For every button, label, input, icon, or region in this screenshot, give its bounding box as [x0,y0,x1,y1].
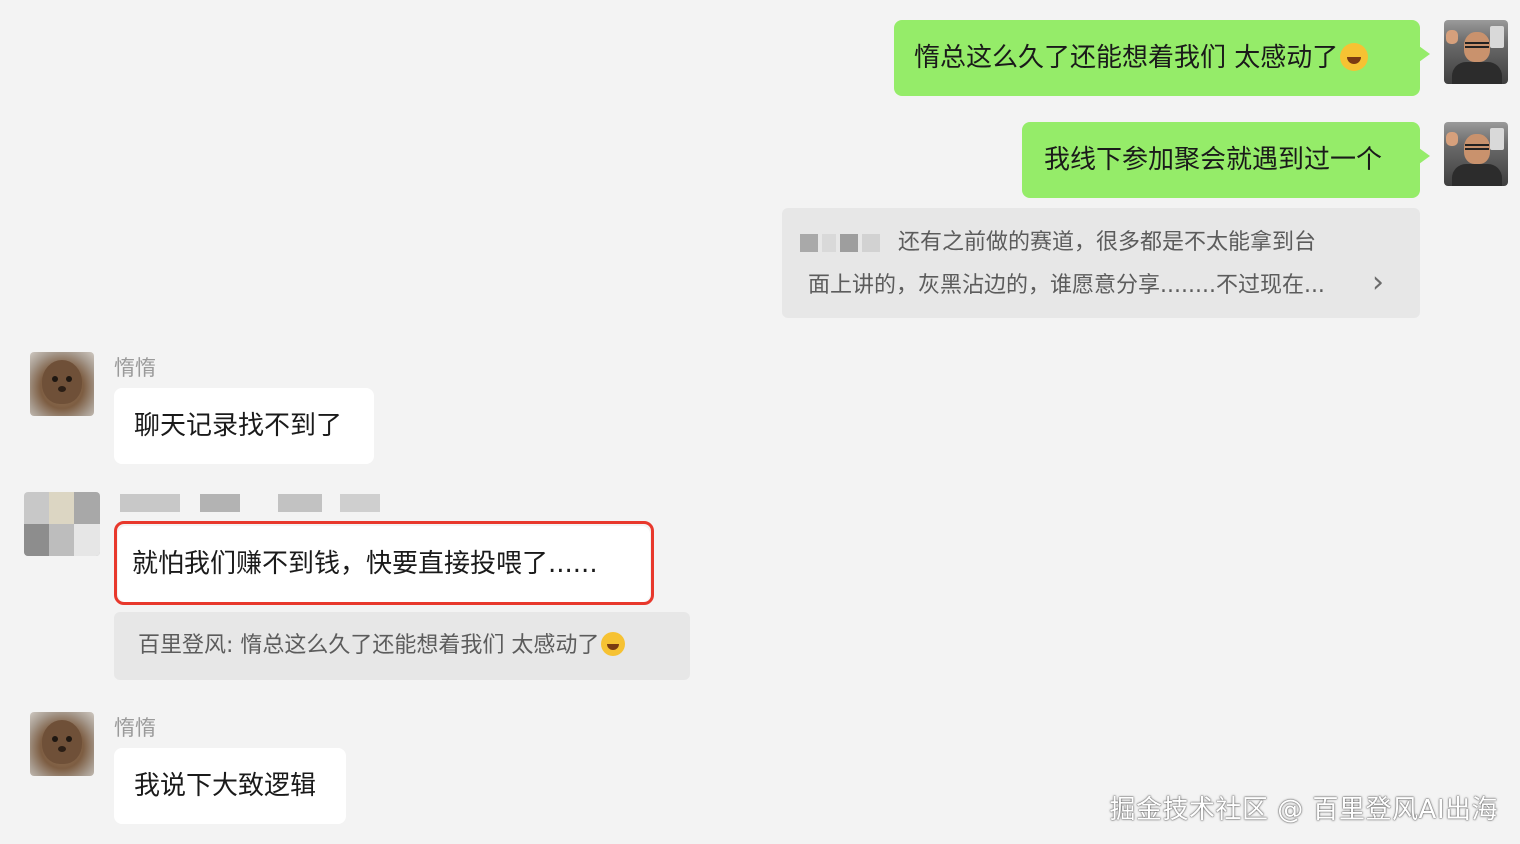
contact-avatar[interactable] [30,352,94,416]
message-text: 我说下大致逻辑 [134,771,317,801]
redacted-sender-pixel [120,494,180,512]
redacted-sender-pixel [340,494,380,512]
redacted-name-pixel [862,234,880,252]
outgoing-message-bubble[interactable]: 我线下参加聚会就遇到过一个 [1022,122,1430,198]
message-text: 我线下参加聚会就遇到过一个 [1044,145,1383,175]
self-avatar[interactable] [1444,20,1508,84]
quote-line-2: 面上讲的，灰黑沾边的，谁愿意分享........不过现在... [808,273,1325,298]
self-avatar[interactable] [1444,122,1508,186]
outgoing-message-bubble[interactable]: 惰总这么久了还能想着我们 太感动了 [894,20,1430,96]
redacted-sender-pixel [278,494,322,512]
message-text: 聊天记录找不到了 [134,411,343,441]
contact-avatar[interactable] [24,492,100,556]
incoming-message-bubble[interactable]: 我说下大致逻辑 [114,748,346,824]
watermark: 掘金技术社区 @ 百里登风AI出海 [1109,795,1498,825]
redacted-sender-pixel [200,494,240,512]
sender-name: 惰惰 [114,716,156,740]
redacted-name-pixel [840,234,858,252]
reply-quote[interactable]: 百里登风: 惰总这么久了还能想着我们 太感动了 [114,612,690,680]
message-text: 惰总这么久了还能想着我们 太感动了 [914,43,1339,73]
quoted-message-preview[interactable]: 还有之前做的赛道，很多都是不太能拿到台 面上讲的，灰黑沾边的，谁愿意分享....… [782,208,1420,318]
quote-line-1: 还有之前做的赛道，很多都是不太能拿到台 [898,230,1317,255]
sender-name: 惰惰 [114,356,156,380]
redacted-name-pixel [822,234,836,252]
red-highlight-box [114,521,654,605]
reply-quote-text: 百里登风: 惰总这么久了还能想着我们 太感动了 [138,633,600,658]
chevron-right-icon[interactable]: › [1372,268,1384,298]
laughing-tears-emoji-icon [601,632,626,656]
redacted-name-pixel [800,234,818,252]
contact-avatar[interactable] [30,712,94,776]
incoming-message-bubble[interactable]: 聊天记录找不到了 [114,388,374,464]
laughing-tears-emoji-icon [1340,43,1369,71]
